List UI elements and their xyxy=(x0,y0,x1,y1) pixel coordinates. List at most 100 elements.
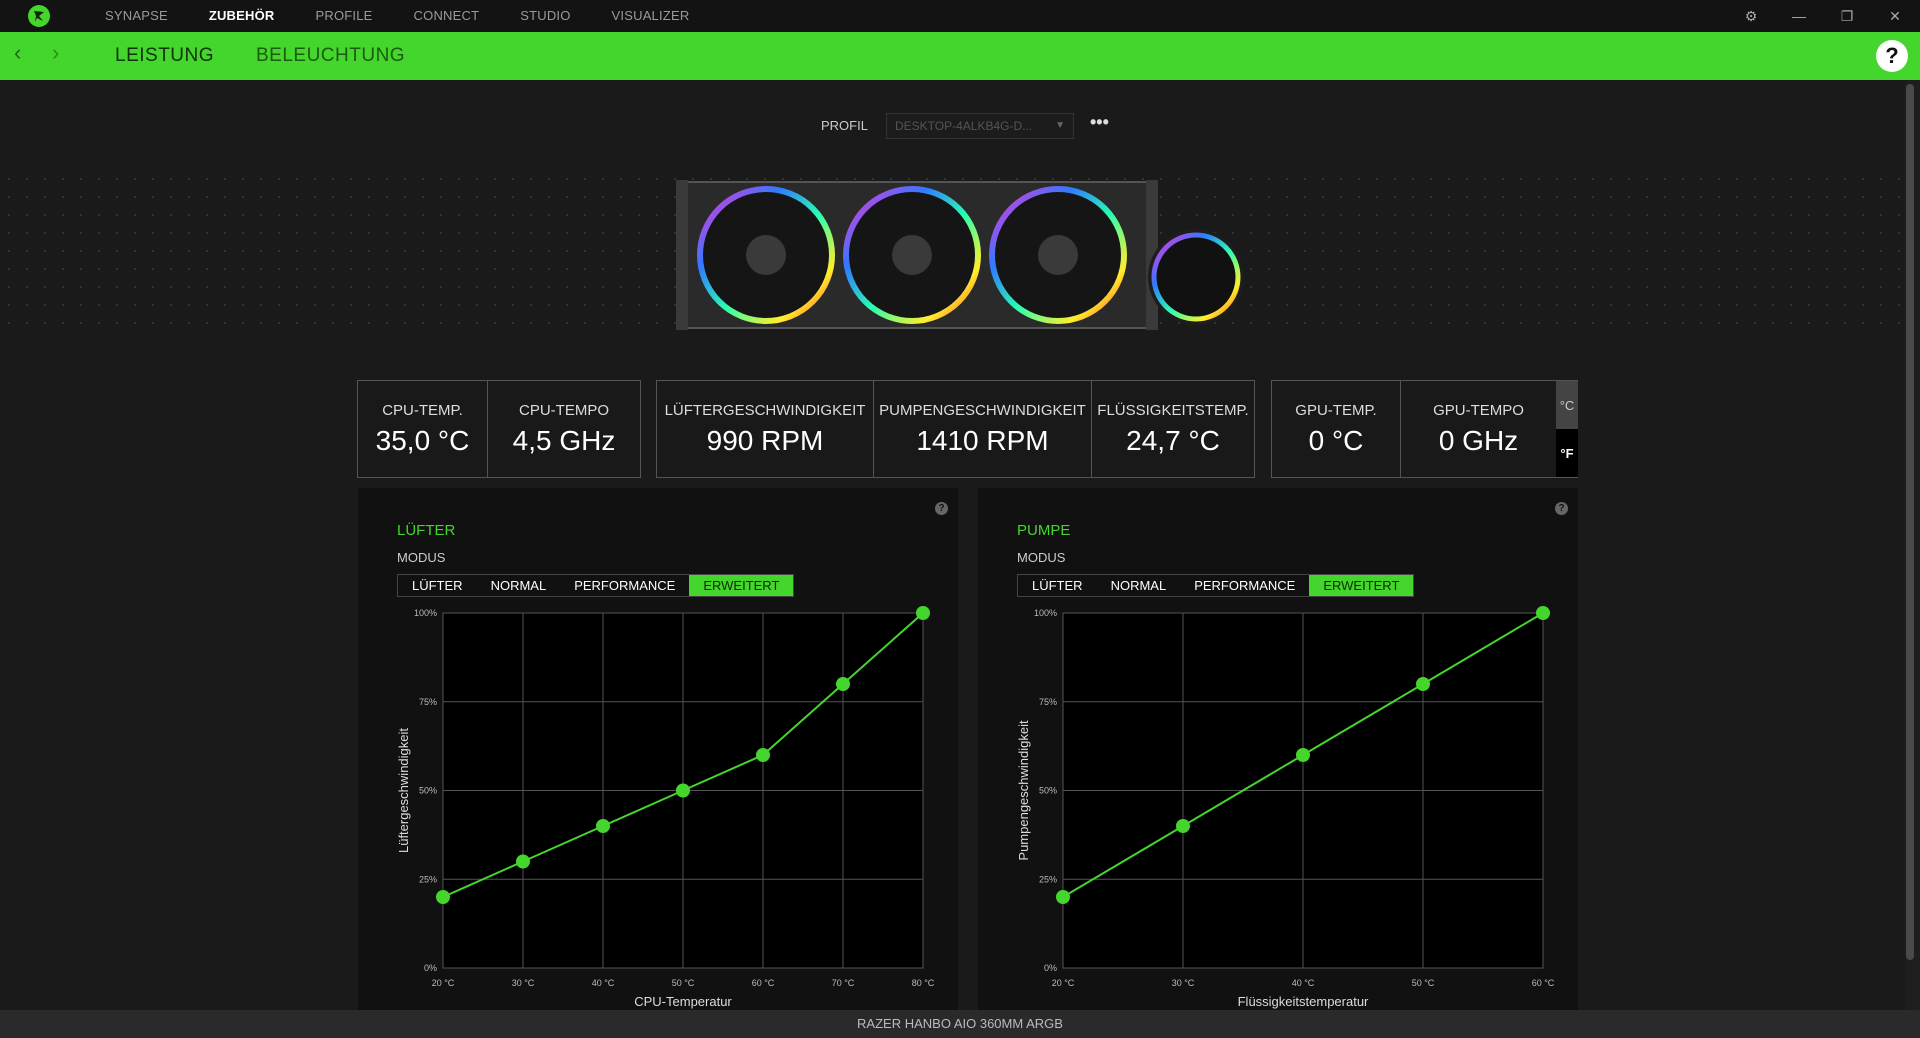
curve-point[interactable] xyxy=(436,890,450,904)
mode-performance[interactable]: PERFORMANCE xyxy=(1180,575,1309,596)
stat-label: FLÜSSIGKEITSTEMP. xyxy=(1097,401,1249,419)
fan-1-icon xyxy=(697,186,835,324)
unit-fahrenheit[interactable]: °F xyxy=(1556,429,1578,477)
curve-point[interactable] xyxy=(1536,606,1550,620)
stat-label: CPU-TEMP. xyxy=(382,401,463,419)
stat-label: LÜFTERGESCHWINDIGKEIT xyxy=(664,401,866,419)
settings-gear-icon[interactable]: ⚙ xyxy=(1728,0,1774,32)
pump-mode-label: MODUS xyxy=(1017,550,1066,565)
y-tick-label: 50% xyxy=(1039,786,1057,796)
y-tick-label: 25% xyxy=(1039,874,1057,884)
stat-value: 24,7 °C xyxy=(1126,424,1220,456)
fan-2-icon xyxy=(843,186,981,324)
cooler-stats-group: LÜFTERGESCHWINDIGKEIT 990 RPM PUMPENGESCHW… xyxy=(656,380,1255,478)
unit-celsius[interactable]: °C xyxy=(1556,381,1578,429)
mode-erweitert[interactable]: ERWEITERT xyxy=(1309,575,1414,596)
x-tick-label: 30 °C xyxy=(1172,978,1195,988)
x-tick-label: 40 °C xyxy=(592,978,615,988)
x-tick-label: 40 °C xyxy=(1292,978,1315,988)
x-tick-label: 80 °C xyxy=(912,978,935,988)
stat-value: 4,5 GHz xyxy=(512,424,616,456)
mode-normal[interactable]: NORMAL xyxy=(1097,575,1181,596)
stat-value: 1410 RPM xyxy=(916,424,1049,456)
device-name: RAZER HANBO AIO 360MM ARGB xyxy=(857,1016,1063,1031)
curve-point[interactable] xyxy=(596,819,610,833)
fan-help-icon[interactable]: ? xyxy=(935,502,948,515)
unit-switch[interactable]: °C °F xyxy=(1556,381,1578,477)
fan-curve-chart[interactable]: 20 °C 30 °C 40 °C 50 °C 60 °C 70 °C 80 °C 0% 25%… xyxy=(358,598,958,1010)
pump-curve-chart[interactable]: 20 °C 30 °C 40 °C 50 °C 60 °C 0% 25% 50% 75% 100%… xyxy=(978,598,1578,1010)
x-axis-label: CPU-Temperatur xyxy=(634,994,732,1009)
stat-cpu-tempo: CPU-TEMPO 4,5 GHz xyxy=(488,381,640,477)
pump-panel: ? PUMPE MODUS LÜFTER NORMAL PERFORMANCE ERW… xyxy=(978,488,1578,1010)
stat-cpu-temp: CPU-TEMP. 35,0 °C xyxy=(358,381,488,477)
mode-performance[interactable]: PERFORMANCE xyxy=(560,575,689,596)
stat-value: 0 °C xyxy=(1308,424,1364,456)
chevron-down-icon: ▼ xyxy=(1055,120,1065,131)
curve-point[interactable] xyxy=(1176,819,1190,833)
y-tick-label: 0% xyxy=(1044,963,1057,973)
top-tab-synapse[interactable]: SYNAPSE xyxy=(105,0,168,32)
mode-lu-fter[interactable]: LÜFTER xyxy=(1018,575,1097,596)
close-icon[interactable]: ✕ xyxy=(1872,0,1918,32)
curve-point[interactable] xyxy=(1416,677,1430,691)
curve-point[interactable] xyxy=(756,748,770,762)
status-bar: RAZER HANBO AIO 360MM ARGB xyxy=(0,1010,1920,1038)
top-tab-connect[interactable]: CONNECT xyxy=(414,0,480,32)
fan-panel-title: LÜFTER xyxy=(397,522,456,539)
x-tick-label: 60 °C xyxy=(752,978,775,988)
back-arrow-icon[interactable]: ‹ xyxy=(14,40,21,66)
pump-help-icon[interactable]: ? xyxy=(1555,502,1568,515)
stat-label: PUMPENGESCHWINDIGKEIT xyxy=(879,401,1086,419)
top-nav: SYNAPSE ZUBEHÖR PROFILE CONNECT STUDIO VISUAL… xyxy=(88,0,713,32)
stat-label: GPU-TEMP. xyxy=(1295,401,1377,419)
y-tick-label: 100% xyxy=(1034,608,1057,618)
minimize-icon[interactable]: — xyxy=(1776,0,1822,32)
x-tick-label: 20 °C xyxy=(1052,978,1075,988)
y-tick-label: 100% xyxy=(414,608,437,618)
fan-3-icon xyxy=(989,186,1127,324)
razer-logo-icon[interactable] xyxy=(26,4,52,28)
stat-gpu-temp: GPU-TEMP. 0 °C xyxy=(1272,381,1401,477)
x-tick-label: 20 °C xyxy=(432,978,455,988)
mode-normal[interactable]: NORMAL xyxy=(477,575,561,596)
stat-value: 990 RPM xyxy=(706,424,824,456)
scrollbar[interactable] xyxy=(1906,84,1914,960)
x-axis-label: Flüssigkeitstemperatur xyxy=(1238,994,1369,1009)
gpu-stats-group: GPU-TEMP. 0 °C GPU-TEMPO 0 GHz xyxy=(1271,380,1578,478)
help-button[interactable]: ? xyxy=(1876,40,1908,72)
y-axis-label: Pumpengeschwindigkeit xyxy=(1016,720,1031,861)
pump-panel-title: PUMPE xyxy=(1017,522,1071,539)
stat-flu-ssigkeitstemp: FLÜSSIGKEITSTEMP. 24,7 °C xyxy=(1092,381,1254,477)
y-tick-label: 50% xyxy=(419,786,437,796)
maximize-icon[interactable]: ❐ xyxy=(1824,0,1870,32)
stat-value: 0 GHz xyxy=(1438,424,1519,456)
y-tick-label: 75% xyxy=(1039,697,1057,707)
tab-leistung[interactable]: LEISTUNG xyxy=(115,45,214,67)
curve-point[interactable] xyxy=(916,606,930,620)
forward-arrow-icon[interactable]: › xyxy=(52,40,59,66)
curve-point[interactable] xyxy=(1056,890,1070,904)
curve-point[interactable] xyxy=(676,783,690,798)
fan-mode-selector: LÜFTER NORMAL PERFORMANCE ERWEITERT xyxy=(397,574,795,597)
profile-select[interactable]: DESKTOP-4ALKB4G-D... ▼ xyxy=(886,113,1074,139)
tab-beleuchtung[interactable]: BELEUCHTUNG xyxy=(256,45,405,67)
curve-point[interactable] xyxy=(1296,748,1310,762)
profile-more-button[interactable]: ••• xyxy=(1090,112,1109,133)
mode-erweitert[interactable]: ERWEITERT xyxy=(689,575,794,596)
y-axis-label: Lüftergeschwindigkeit xyxy=(396,728,411,853)
x-tick-label: 70 °C xyxy=(832,978,855,988)
stat-value: 35,0 °C xyxy=(375,424,470,456)
top-tab-profile[interactable]: PROFILE xyxy=(316,0,373,32)
top-tab-studio[interactable]: STUDIO xyxy=(520,0,570,32)
stat-pumpengeschwindigkeit: PUMPENGESCHWINDIGKEIT 1410 RPM xyxy=(874,381,1092,477)
top-tab-zubeho-r[interactable]: ZUBEHÖR xyxy=(209,0,275,32)
stat-lu-ftergeschwindigkeit: LÜFTERGESCHWINDIGKEIT 990 RPM xyxy=(657,381,874,477)
curve-point[interactable] xyxy=(516,854,530,869)
pump-icon xyxy=(1148,229,1244,325)
top-tab-visualizer[interactable]: VISUALIZER xyxy=(612,0,690,32)
y-tick-label: 0% xyxy=(424,963,437,973)
mode-lu-fter[interactable]: LÜFTER xyxy=(398,575,477,596)
curve-point[interactable] xyxy=(836,677,850,691)
cpu-stats-group: CPU-TEMP. 35,0 °C CPU-TEMPO 4,5 GHz xyxy=(357,380,641,478)
